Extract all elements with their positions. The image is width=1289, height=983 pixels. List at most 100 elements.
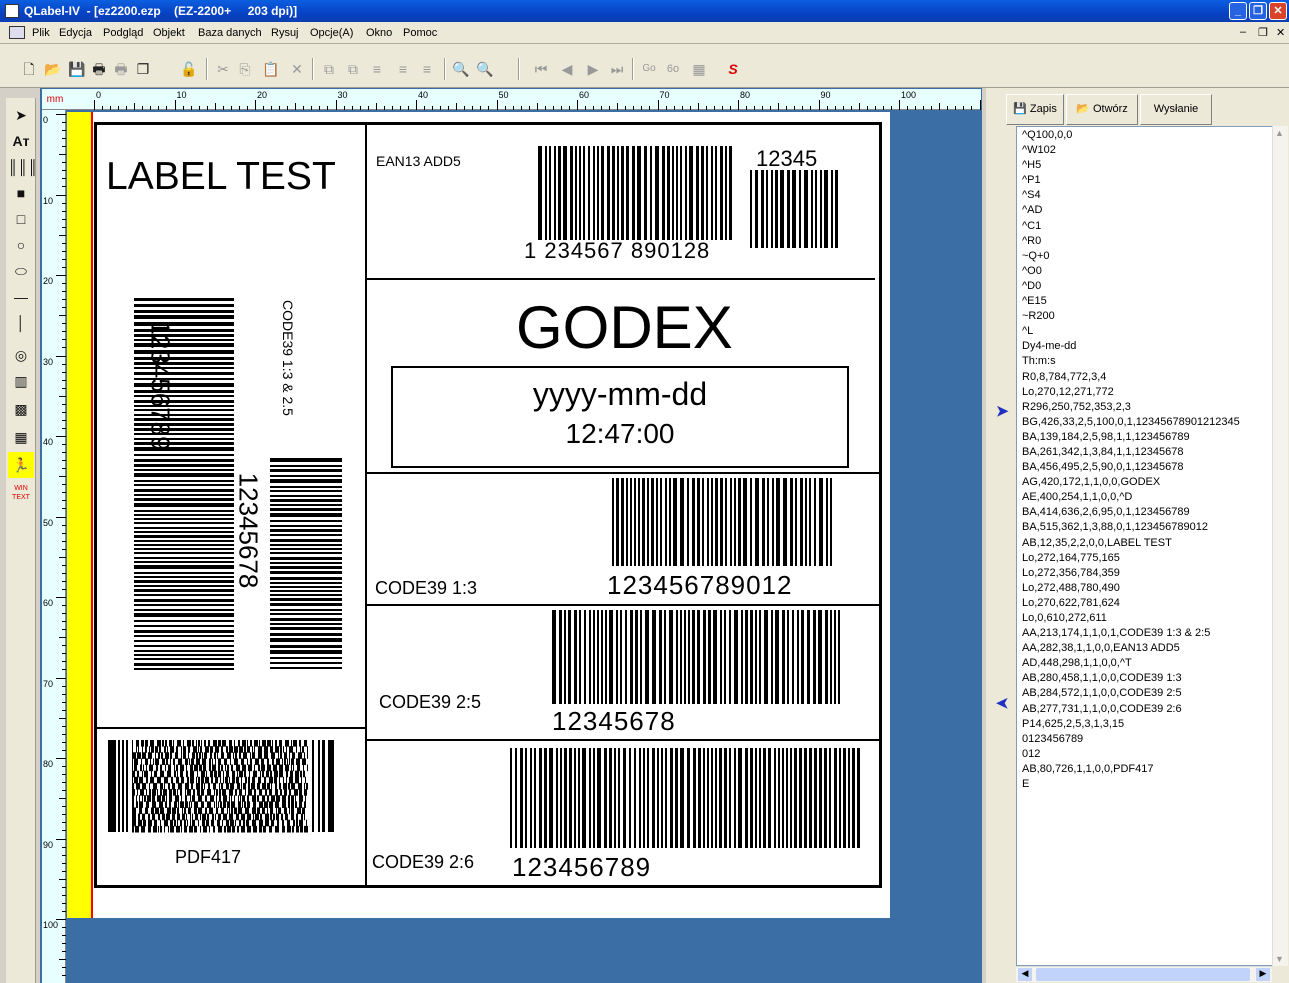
pdf417-module — [237, 782, 240, 790]
command-line[interactable]: ^H5 — [1022, 158, 1270, 173]
command-line[interactable]: AB,80,726,1,1,0,0,PDF417 — [1022, 762, 1270, 777]
command-line[interactable]: AB,12,35,2,2,0,0,LABEL TEST — [1022, 536, 1270, 551]
command-line[interactable]: AA,213,174,1,1,0,1,CODE39 1:3 & 2:5 — [1022, 626, 1270, 641]
command-line[interactable]: Lo,272,356,784,359 — [1022, 566, 1270, 581]
command-line[interactable]: ^W102 — [1022, 143, 1270, 158]
command-line[interactable]: BA,139,184,2,5,98,1,1,123456789 — [1022, 430, 1270, 445]
barcode-bar — [665, 478, 667, 566]
ruler-tick — [62, 291, 66, 293]
pdf417-module — [208, 782, 210, 790]
barcode-bar — [134, 548, 234, 550]
barcode-bar — [669, 610, 673, 704]
ruler-tick — [834, 106, 836, 110]
command-line[interactable]: ^AD — [1022, 203, 1270, 218]
command-line[interactable]: BA,414,636,2,6,95,0,1,123456789 — [1022, 505, 1270, 520]
barcode-bar — [711, 748, 713, 848]
barcode-bar — [134, 378, 234, 380]
command-line[interactable]: 012 — [1022, 747, 1270, 762]
command-line[interactable]: ^D0 — [1022, 279, 1270, 294]
command-line[interactable]: E — [1022, 777, 1270, 792]
barcode-bar — [134, 640, 234, 642]
barcode-bar — [743, 478, 747, 566]
command-line[interactable]: Lo,270,622,781,624 — [1022, 596, 1270, 611]
ean-addon-barcode[interactable] — [750, 170, 838, 248]
code39-vertical-barcode-2[interactable] — [270, 458, 342, 669]
command-line[interactable]: Lo,272,164,775,165 — [1022, 551, 1270, 566]
command-line[interactable]: P14,625,2,5,3,1,3,15 — [1022, 717, 1270, 732]
command-line[interactable]: R0,8,784,772,3,4 — [1022, 370, 1270, 385]
code39-13-barcode[interactable] — [612, 478, 832, 566]
command-line[interactable]: ^C1 — [1022, 219, 1270, 234]
pdf417-module — [258, 752, 262, 759]
scroll-left-icon[interactable]: ◀ — [1018, 968, 1032, 981]
command-line[interactable]: R296,250,752,353,2,3 — [1022, 400, 1270, 415]
scroll-right-icon[interactable]: ▶ — [1256, 968, 1270, 981]
scroll-thumb[interactable] — [1036, 968, 1250, 981]
send-command-button[interactable]: Wysłanie — [1140, 94, 1212, 125]
command-line[interactable]: 0123456789 — [1022, 732, 1270, 747]
pdf417-module — [234, 758, 238, 766]
vertical-scrollbar[interactable]: ▲ ▼ — [1272, 126, 1288, 966]
horizontal-scrollbar[interactable]: ◀ ▶ — [1016, 966, 1272, 982]
command-line[interactable]: ^R0 — [1022, 234, 1270, 249]
code39-26-barcode[interactable] — [510, 748, 860, 848]
command-line[interactable]: ~R200 — [1022, 309, 1270, 324]
barcode-bar — [134, 405, 234, 407]
command-line[interactable]: ^P1 — [1022, 173, 1270, 188]
command-line[interactable]: BA,261,342,1,3,84,1,1,12345678 — [1022, 445, 1270, 460]
command-line[interactable]: AE,400,254,1,1,0,0,^D — [1022, 490, 1270, 505]
pdf417-module — [183, 740, 184, 747]
barcode-bar — [582, 748, 586, 848]
save-command-button[interactable]: 💾 Zapis — [1006, 94, 1064, 125]
command-line[interactable]: Dy4-me-dd — [1022, 339, 1270, 354]
command-line[interactable]: ^Q100,0,0 — [1022, 128, 1270, 143]
command-line[interactable]: AB,280,458,1,1,0,0,CODE39 1:3 — [1022, 671, 1270, 686]
command-line[interactable]: BA,515,362,1,3,88,0,1,123456789012 — [1022, 520, 1270, 535]
command-line[interactable]: AB,277,731,1,1,0,0,CODE39 2:6 — [1022, 702, 1270, 717]
pdf417-module — [218, 813, 221, 821]
code39-25-barcode[interactable] — [552, 610, 840, 704]
pdf417-module — [158, 752, 160, 759]
command-line[interactable]: ^L — [1022, 324, 1270, 339]
command-line[interactable]: AB,284,572,1,1,0,0,CODE39 2:5 — [1022, 686, 1270, 701]
pdf417-module — [160, 770, 164, 778]
pdf417-module — [182, 807, 183, 815]
barcode-bar — [270, 539, 342, 542]
command-line[interactable]: ^S4 — [1022, 188, 1270, 203]
ruler-tick — [577, 100, 578, 110]
ruler-tick — [62, 339, 66, 341]
ruler-tick — [62, 379, 66, 381]
command-line[interactable]: Lo,0,610,272,611 — [1022, 611, 1270, 626]
code39-vertical-barcode-1[interactable] — [134, 298, 234, 670]
pdf417-module — [173, 789, 176, 796]
scroll-down-icon[interactable]: ▼ — [1275, 954, 1284, 964]
scroll-up-icon[interactable]: ▲ — [1275, 128, 1284, 138]
ean13-barcode[interactable] — [538, 146, 732, 240]
pdf417-module — [201, 770, 205, 778]
command-line[interactable]: ^E15 — [1022, 294, 1270, 309]
command-line[interactable]: AG,420,172,1,1,0,0,GODEX — [1022, 475, 1270, 490]
pdf417-module — [252, 752, 255, 759]
pdf417-module — [200, 813, 201, 821]
open-command-button[interactable]: 📂 Otwórz — [1066, 94, 1138, 125]
pdf417-module — [141, 740, 144, 747]
ruler-tick — [62, 943, 66, 945]
command-line[interactable]: AD,448,298,1,1,0,0,^T — [1022, 656, 1270, 671]
pdf417-module — [208, 740, 210, 747]
barcode-bar — [824, 748, 827, 848]
command-line[interactable]: BG,426,33,2,5,100,0,1,12345678901212345 — [1022, 415, 1270, 430]
command-line[interactable]: Th:m:s — [1022, 354, 1270, 369]
command-line[interactable]: Lo,270,12,271,772 — [1022, 385, 1270, 400]
command-line[interactable]: BA,456,495,2,5,90,0,1,12345678 — [1022, 460, 1270, 475]
ruler-label: 80 — [740, 90, 751, 100]
command-line[interactable]: Lo,272,488,780,490 — [1022, 581, 1270, 596]
command-line[interactable]: AA,282,38,1,1,0,0,EAN13 ADD5 — [1022, 641, 1270, 656]
pdf417-barcode[interactable] — [108, 740, 334, 833]
command-line[interactable]: ^O0 — [1022, 264, 1270, 279]
command-line[interactable]: ~Q+0 — [1022, 249, 1270, 264]
pdf417-module — [132, 764, 133, 772]
barcode-bar — [792, 610, 794, 704]
pdf417-module — [196, 758, 200, 766]
command-list[interactable]: ^Q100,0,0 ^W102 ^H5 ^P1 ^S4 ^AD ^C1 ^R0 ~Q+0 ^O0 ^… — [1022, 128, 1270, 792]
pdf417-module — [213, 825, 215, 833]
